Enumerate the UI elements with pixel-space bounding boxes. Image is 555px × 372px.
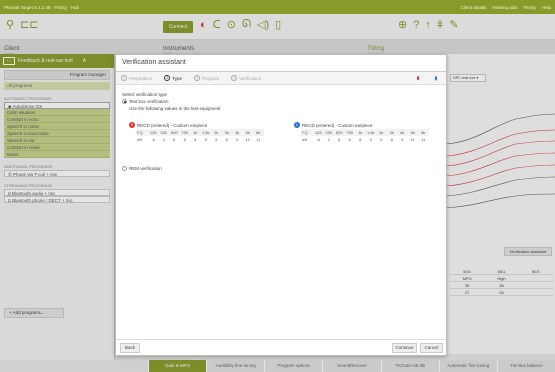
use-values-label: Use the following values in the test equ… — [129, 106, 221, 111]
titlebar-item-help[interactable]: Help — [542, 5, 551, 10]
rem-option[interactable]: REM verification — [122, 165, 162, 172]
titlebar-item-hearing-aids[interactable]: Hearing aids — [492, 5, 517, 10]
back-button[interactable]: Back — [120, 343, 140, 353]
dialog-title: Verification assistant — [116, 55, 446, 72]
select-type-label: Select verification type — [122, 92, 168, 97]
frequency-row: FQ 125 250 500 750 1k 1.5k 2k 3k 4k 6k 8k — [136, 129, 264, 136]
frequency-row: FQ 125 250 500 750 1k 1.5k 2k 3k 4k 6k 8k — [301, 129, 429, 136]
right-ear-icon[interactable]: ◐ — [416, 73, 422, 84]
radio-rem[interactable] — [122, 166, 127, 172]
titlebar-menu: Client details Hearing aids Fitting Help — [460, 5, 551, 10]
test-box-option[interactable]: Test box verification — [122, 98, 440, 105]
recd-right-block: R RECD (entered) - Custom earpiece FQ 125… — [129, 121, 264, 143]
left-ear-badge: L — [294, 122, 300, 128]
recd-right-values: FQ 125 250 500 750 1k 1.5k 2k 3k 4k 6k 8k diff -6 2… — [136, 129, 264, 143]
dialog-body: Select verification type Test box verifi… — [116, 85, 446, 172]
left-ear-icon[interactable]: ◑ — [432, 73, 438, 84]
app-title: Phonak Target 6.1.1.48 · Fitting · Hub — [4, 4, 79, 10]
titlebar-item-fitting[interactable]: Fitting — [523, 5, 535, 10]
step-verification[interactable]: 4 Verification — [231, 75, 261, 81]
wizard-steps: 1 Preparation 2 Type 3 Program 4 Verificatio… — [116, 72, 446, 85]
step-preparation[interactable]: 1 Preparation — [121, 75, 152, 81]
recd-left-block: L RECD (entered) - Custom earpiece FQ 125… — [294, 121, 429, 143]
step-program[interactable]: 3 Program — [194, 75, 219, 81]
continue-button[interactable]: Continue — [392, 343, 417, 353]
titlebar-item-client[interactable]: Client details — [460, 5, 486, 10]
verification-dialog: Verification assistant 1 Preparation 2 Typ… — [115, 54, 447, 356]
cancel-button[interactable]: Cancel — [420, 343, 443, 353]
step-type[interactable]: 2 Type — [164, 75, 182, 81]
dialog-footer: Back Continue Cancel — [116, 339, 446, 355]
diff-row: diff -6 2 6 6 8 9 9 8 9 11 11 — [301, 136, 429, 143]
recd-left-values: FQ 125 250 500 750 1k 1.5k 2k 3k 4k 6k 8k diff -6 2… — [301, 129, 429, 143]
title-bar: Phonak Target 6.1.1.48 · Fitting · Hub C… — [0, 0, 555, 14]
right-ear-badge: R — [129, 122, 135, 128]
radio-test-box[interactable] — [122, 99, 127, 105]
diff-row: diff -6 2 6 6 8 9 9 8 9 11 11 — [136, 136, 264, 143]
